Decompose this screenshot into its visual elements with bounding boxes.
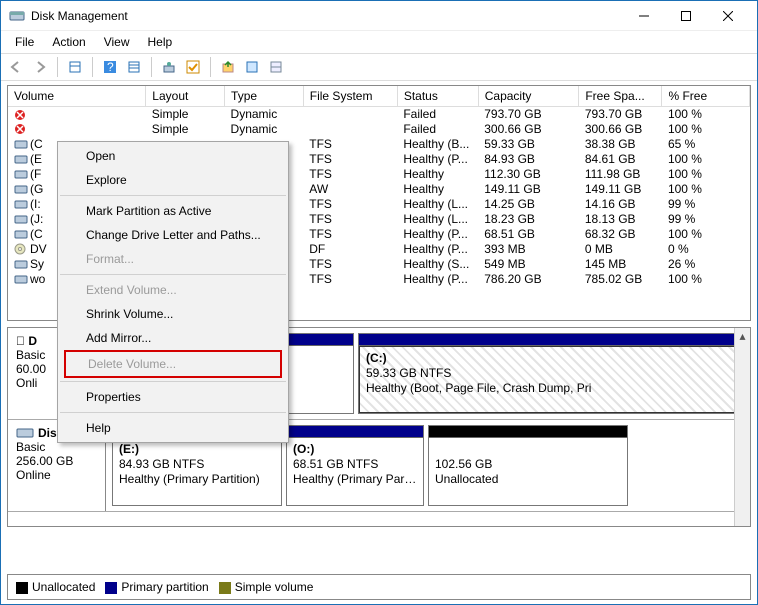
volume-icon [14,273,28,285]
volume-icon [14,168,28,180]
minimize-button[interactable] [623,2,665,30]
menu-item-extend-volume: Extend Volume... [58,278,288,302]
menu-action[interactable]: Action [44,33,93,51]
volume-icon [14,213,28,225]
app-icon [9,8,25,24]
scrollbar[interactable]: ▴ [734,328,750,526]
disk-icon [16,426,34,440]
wizard-button[interactable] [158,56,180,78]
action2-button[interactable] [241,56,263,78]
menu-item-help[interactable]: Help [58,416,288,440]
refresh-button[interactable] [64,56,86,78]
column-header[interactable]: Capacity [478,86,579,106]
scroll-up[interactable]: ▴ [735,328,750,344]
check-button[interactable] [182,56,204,78]
menu-item-change-drive-letter-and-paths[interactable]: Change Drive Letter and Paths... [58,223,288,247]
column-header[interactable]: Layout [146,86,225,106]
back-button[interactable] [5,56,27,78]
column-header[interactable]: Type [225,86,304,106]
toolbar: ? [1,53,757,81]
volume-icon [14,138,28,150]
menu-separator [60,274,286,275]
context-menu[interactable]: OpenExplore Mark Partition as ActiveChang… [57,141,289,443]
menu-separator [60,412,286,413]
menu-item-mark-partition-as-active[interactable]: Mark Partition as Active [58,199,288,223]
volume-icon [14,183,28,195]
forward-button[interactable] [29,56,51,78]
disk-1-size: 256.00 GB [16,454,97,468]
partition-body: 102.56 GBUnallocated [429,438,627,505]
toolbar-sep [210,57,211,77]
menu-item-shrink-volume[interactable]: Shrink Volume... [58,302,288,326]
menu-separator [60,195,286,196]
volume-icon [14,153,28,165]
volume-row[interactable]: SimpleDynamicFailed300.66 GB300.66 GB100… [8,121,750,136]
volume-icon [14,109,28,121]
toolbar-sep [92,57,93,77]
action1-button[interactable] [217,56,239,78]
menu-file[interactable]: File [7,33,42,51]
partition-c[interactable]: (C:) 59.33 GB NTFS Healthy (Boot, Page F… [358,333,740,414]
partition[interactable]: 102.56 GBUnallocated [428,425,628,506]
disk-0-name:  [16,334,28,348]
menu-item-properties[interactable]: Properties [58,385,288,409]
maximize-button[interactable] [665,2,707,30]
toolbar-sep [151,57,152,77]
menu-item-delete-volume: Delete Volume... [64,350,282,378]
menu-item-explore[interactable]: Explore [58,168,288,192]
column-header[interactable]: File System [303,86,397,106]
partition-bar [359,334,739,346]
menu-separator [60,381,286,382]
partition-body: (C:) 59.33 GB NTFS Healthy (Boot, Page F… [359,346,739,413]
column-header[interactable]: Status [397,86,478,106]
legend-primary: Primary partition [105,580,208,594]
volume-row[interactable]: SimpleDynamicFailed793.70 GB793.70 GB100… [8,106,750,121]
menu-item-add-mirror[interactable]: Add Mirror... [58,326,288,350]
toolbar-sep [57,57,58,77]
column-header[interactable]: Free Spa... [579,86,662,106]
menu-view[interactable]: View [96,33,138,51]
volume-icon [14,243,28,255]
menu-help[interactable]: Help [140,33,181,51]
action3-button[interactable] [265,56,287,78]
column-header-row[interactable]: VolumeLayoutTypeFile SystemStatusCapacit… [8,86,750,106]
menu-item-open[interactable]: Open [58,144,288,168]
title-bar: Disk Management [1,1,757,31]
settings-button[interactable] [123,56,145,78]
svg-text:?: ? [107,60,114,74]
partition-body: (E:)84.93 GB NTFSHealthy (Primary Partit… [113,438,281,505]
volume-icon [14,198,28,210]
disk-1-status: Online [16,468,97,482]
window-controls [623,2,749,30]
legend-unallocated: Unallocated [16,580,95,594]
column-header[interactable]: Volume [8,86,146,106]
volume-icon [14,258,28,270]
partition-bar [287,426,423,438]
legend-simple: Simple volume [219,580,314,594]
volume-icon [14,123,28,135]
volume-icon [14,228,28,240]
partition-bar [429,426,627,438]
column-header[interactable]: % Free [662,86,750,106]
help-button[interactable]: ? [99,56,121,78]
window-title: Disk Management [31,9,623,23]
partition[interactable]: (O:)68.51 GB NTFSHealthy (Primary Partit… [286,425,424,506]
menu-bar: File Action View Help [1,31,757,53]
legend: Unallocated Primary partition Simple vol… [7,574,751,600]
menu-item-format: Format... [58,247,288,271]
close-button[interactable] [707,2,749,30]
partition-body: (O:)68.51 GB NTFSHealthy (Primary Partit… [287,438,423,505]
